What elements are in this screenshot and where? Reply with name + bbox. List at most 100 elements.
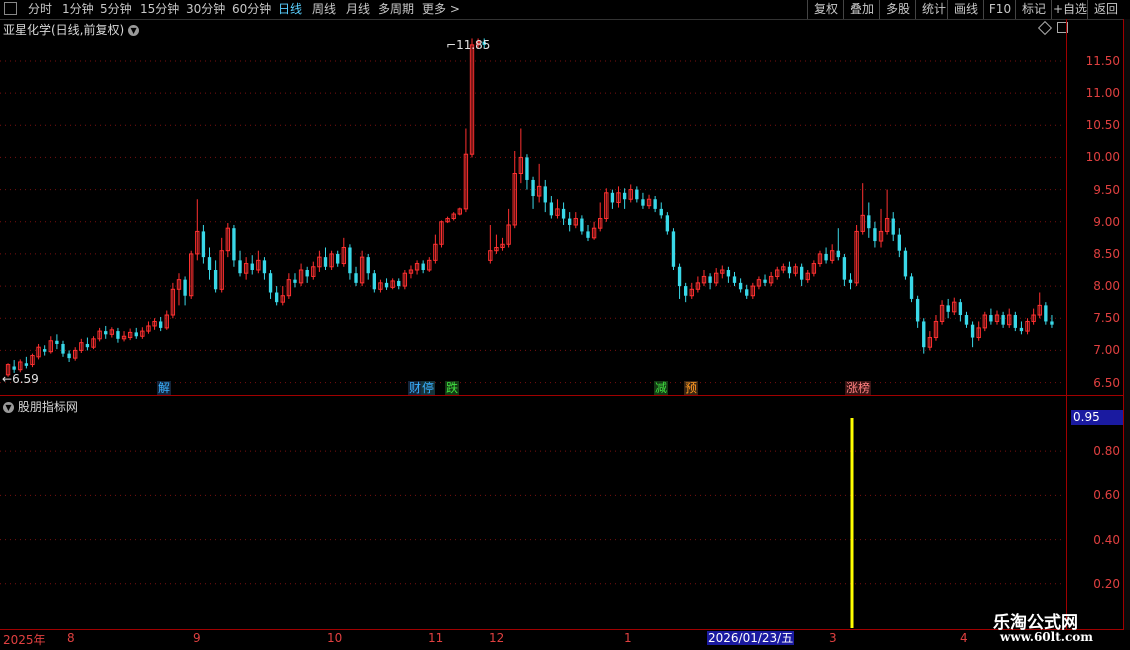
watermark-url: www.60lt.com — [1000, 630, 1093, 644]
candle-body-down — [421, 263, 425, 270]
price-axis-tick: 9.00 — [1093, 214, 1120, 229]
candle-body-down — [922, 321, 926, 348]
price-axis-tick: 7.00 — [1093, 343, 1120, 358]
candle-body-down — [958, 302, 963, 316]
candlestick-chart[interactable] — [0, 0, 1130, 630]
candle-body-down — [726, 270, 731, 277]
time-axis-tick: 2025年 — [3, 633, 46, 647]
candle-body-down — [891, 218, 895, 235]
time-axis-tick: 3 — [829, 631, 837, 645]
indicator-axis-tick: 0.20 — [1093, 576, 1120, 591]
candle-body-down — [372, 273, 377, 290]
candle-body-down — [738, 282, 743, 290]
candle-body-down — [213, 270, 218, 290]
candle-body-down — [12, 366, 16, 370]
low-price-value: 6.59 — [12, 372, 39, 386]
candle-body-down — [946, 305, 950, 312]
marker-drop[interactable]: 跌 — [445, 381, 460, 395]
candle-body-down — [580, 218, 584, 232]
candle-body-down — [61, 343, 65, 354]
candle-body-down — [1050, 321, 1054, 325]
candle-body-down — [348, 247, 352, 274]
marker-top-gainers[interactable]: 涨榜 — [845, 381, 872, 395]
candle-body-down — [207, 257, 212, 270]
candle-body-down — [384, 282, 389, 288]
right-side-panel-strip[interactable] — [1123, 19, 1130, 630]
candle-body-down — [85, 343, 90, 348]
candle-body-down — [1013, 315, 1017, 328]
candle-body-down — [836, 250, 840, 258]
candle-body-down — [824, 253, 828, 261]
candle-body-down — [659, 208, 663, 216]
candle-body-down — [787, 266, 792, 274]
candle-body-down — [262, 260, 267, 274]
candle-body-down — [293, 279, 297, 283]
candle-body-down — [848, 279, 853, 283]
candle-body-down — [250, 263, 254, 270]
price-axis-tick: 8.00 — [1093, 279, 1120, 294]
price-axis-tick: 10.00 — [1085, 150, 1120, 165]
low-price-label: ←6.59 — [2, 372, 39, 386]
candle-body-down — [543, 186, 547, 203]
candle-body-down — [1001, 315, 1005, 325]
candle-body-down — [274, 292, 279, 303]
high-price-value: 11.85 — [456, 38, 491, 52]
indicator-title[interactable]: ▼ 股朋指标网 — [3, 398, 78, 415]
high-arrow-icon: ⌐ — [446, 38, 457, 52]
time-axis-tick: 12 — [489, 631, 505, 645]
marker-reduce[interactable]: 减 — [654, 381, 669, 395]
candle-body-down — [970, 324, 975, 338]
price-axis-tick: 7.50 — [1093, 311, 1120, 326]
candle-body-down — [1019, 327, 1024, 332]
candle-body-down — [671, 231, 676, 267]
time-axis-tick: 4 — [960, 631, 968, 645]
candle-body-down — [641, 199, 645, 206]
candle-body-down — [366, 257, 370, 274]
indicator-value-badge: 0.95 — [1071, 410, 1125, 425]
candle-body-down — [622, 192, 627, 200]
candle-body-down — [683, 286, 688, 296]
marker-unlock[interactable]: 解 — [157, 381, 172, 395]
chevron-down-icon[interactable]: ▼ — [3, 402, 14, 413]
indicator-axis-tick: 0.40 — [1093, 532, 1120, 547]
time-axis-tick: 10 — [327, 631, 343, 645]
price-axis-tick: 6.50 — [1093, 375, 1120, 390]
candle-body-down — [1044, 305, 1048, 322]
cursor-date-label: 2026/01/23/五 — [707, 631, 795, 645]
candle-body-down — [665, 215, 670, 232]
candle-body-down — [745, 289, 749, 296]
candle-body-down — [67, 353, 71, 359]
indicator-axis-tick: 0.80 — [1093, 444, 1120, 459]
candle-body-down — [397, 280, 401, 287]
candle-body-down — [561, 208, 566, 219]
candle-body-down — [989, 315, 993, 322]
indicator-axis-tick: 0.60 — [1093, 488, 1120, 503]
time-axis-tick: 11 — [428, 631, 444, 645]
candle-body-down — [586, 231, 590, 238]
marker-finance[interactable]: 财 — [408, 381, 423, 395]
indicator-title-text: 股朋指标网 — [17, 400, 78, 414]
marker-halt[interactable]: 停 — [421, 381, 436, 395]
high-price-label: ⌐11.85 — [446, 38, 490, 52]
candle-body-down — [531, 179, 535, 197]
candle-body-down — [232, 228, 236, 261]
candle-body-down — [708, 276, 712, 283]
candle-body-down — [238, 260, 242, 274]
price-axis-tick: 11.00 — [1085, 86, 1120, 101]
candle-body-down — [268, 273, 273, 293]
candle-body-down — [732, 276, 737, 283]
candle-body-down — [55, 340, 59, 344]
candle-body-down — [134, 332, 138, 337]
candle-body-down — [653, 199, 657, 209]
marker-forecast[interactable]: 预 — [684, 381, 699, 395]
candle-body-down — [354, 273, 358, 283]
candle-body-down — [897, 234, 902, 251]
candle-body-down — [610, 192, 615, 203]
candle-body-down — [116, 331, 120, 339]
candle-body-down — [842, 257, 847, 280]
candle-body-down — [525, 157, 529, 180]
candle-body-down — [549, 202, 554, 216]
candle-body-down — [964, 315, 969, 325]
time-axis-tick: 1 — [624, 631, 632, 645]
candle-body-down — [43, 349, 47, 352]
